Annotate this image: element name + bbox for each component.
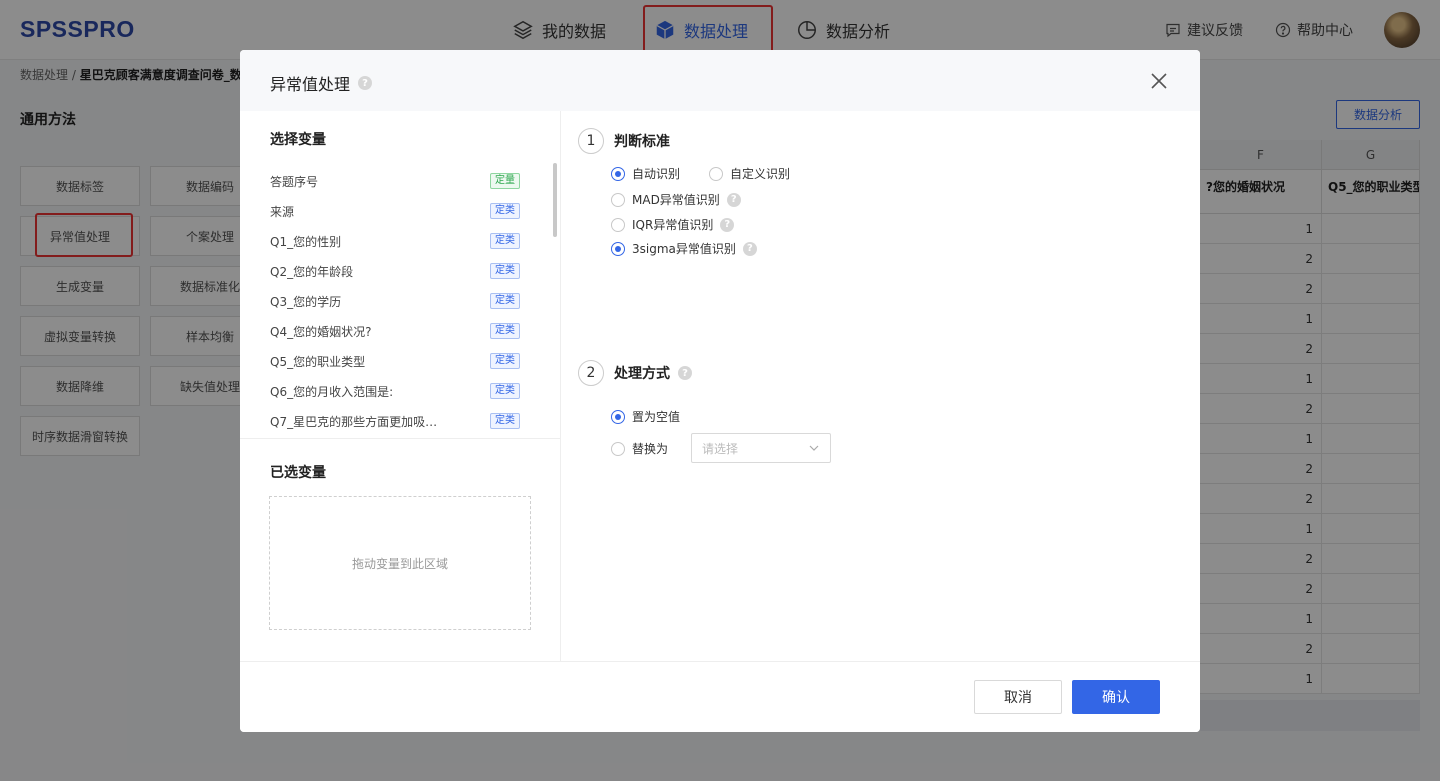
variable-type-badge: 定类 <box>490 263 520 279</box>
step-criteria: 1 判断标准 <box>578 128 670 154</box>
variable-name: Q4_您的婚姻状况? <box>270 324 372 339</box>
radio-label: IQR异常值识别 <box>632 218 714 232</box>
variable-name: Q6_您的月收入范围是: <box>270 384 394 399</box>
radio-dot[interactable] <box>611 217 625 232</box>
variable-item[interactable]: Q2_您的年龄段 定类 <box>270 256 520 286</box>
variable-name: 答题序号 <box>270 174 319 189</box>
select-variables-title: 选择变量 <box>270 132 326 148</box>
radio-label: MAD异常值识别 <box>632 193 720 207</box>
variable-name: Q3_您的学历 <box>270 294 342 309</box>
dialog-header: 异常值处理 ? <box>240 50 1200 111</box>
variable-dropzone[interactable]: 拖动变量到此区域 <box>269 496 531 630</box>
radio-label: 自定义识别 <box>730 167 791 181</box>
variable-item[interactable]: 答题序号 定量 <box>270 166 520 196</box>
variable-type-badge: 定类 <box>490 203 520 219</box>
step-number: 1 <box>578 128 604 154</box>
help-icon[interactable]: ? <box>726 192 741 207</box>
radio-3sigma[interactable]: 3sigma异常值识别 ? <box>611 240 757 257</box>
variable-item[interactable]: Q1_您的性别 定类 <box>270 226 520 256</box>
cancel-button[interactable]: 取消 <box>974 680 1062 714</box>
radio-label: 自动识别 <box>632 167 681 181</box>
variable-name: Q1_您的性别 <box>270 234 342 249</box>
radio-mad[interactable]: MAD异常值识别 ? <box>611 191 741 208</box>
variable-item[interactable]: Q7_星巴克的那些方面更加吸… 定类 <box>270 406 520 436</box>
dialog-title: 异常值处理 ? <box>270 71 373 95</box>
variable-type-badge: 定类 <box>490 413 520 429</box>
variable-list-scrollbar[interactable] <box>553 163 557 237</box>
selected-variables-title: 已选变量 <box>270 465 326 481</box>
variable-type-badge: 定量 <box>490 173 520 189</box>
step-title: 处理方式 ? <box>614 363 692 383</box>
variable-type-badge: 定类 <box>490 293 520 309</box>
variable-item[interactable]: Q5_您的职业类型 定类 <box>270 346 520 376</box>
radio-label: 置为空值 <box>632 410 681 424</box>
variable-item[interactable]: Q4_您的婚姻状况? 定类 <box>270 316 520 346</box>
step-method: 2 处理方式 ? <box>578 360 692 386</box>
variable-type-badge: 定类 <box>490 383 520 399</box>
variable-type-badge: 定类 <box>490 353 520 369</box>
step-title: 判断标准 <box>614 134 670 150</box>
radio-dot[interactable] <box>611 409 625 424</box>
close-icon[interactable] <box>1148 70 1170 92</box>
radio-dot[interactable] <box>611 166 625 181</box>
help-icon[interactable]: ? <box>678 366 692 380</box>
variable-item[interactable]: Q6_您的月收入范围是: 定类 <box>270 376 520 406</box>
select-placeholder: 请选择 <box>702 441 739 456</box>
help-icon[interactable]: ? <box>720 217 735 232</box>
radio-label: 替换为 <box>632 442 669 456</box>
help-icon[interactable]: ? <box>358 76 373 90</box>
chevron-down-icon <box>809 445 819 451</box>
divider <box>240 438 560 439</box>
variable-type-badge: 定类 <box>490 233 520 249</box>
radio-dot[interactable] <box>611 192 625 207</box>
radio-replace[interactable]: 替换为 <box>611 440 668 457</box>
confirm-button[interactable]: 确认 <box>1072 680 1160 714</box>
outlier-dialog: 异常值处理 ? 选择变量 答题序号 定量 来源 定类 Q1_您的性别 定类 Q2_您的年龄段… <box>240 50 1200 732</box>
variable-list: 答题序号 定量 来源 定类 Q1_您的性别 定类 Q2_您的年龄段 定类 Q3_您的学历 定类 Q4… <box>270 166 520 436</box>
radio-iqr[interactable]: IQR异常值识别 ? <box>611 216 735 233</box>
variable-pane: 选择变量 答题序号 定量 来源 定类 Q1_您的性别 定类 Q2_您的年龄段 定类 Q3_您的学… <box>240 111 561 661</box>
variable-name: 来源 <box>270 204 295 219</box>
variable-item[interactable]: Q3_您的学历 定类 <box>270 286 520 316</box>
variable-item[interactable]: 来源 定类 <box>270 196 520 226</box>
radio-set-null[interactable]: 置为空值 <box>611 408 680 425</box>
variable-name: Q7_星巴克的那些方面更加吸… <box>270 414 438 429</box>
dropzone-hint: 拖动变量到此区域 <box>351 556 448 571</box>
step-number: 2 <box>578 360 604 386</box>
variable-type-badge: 定类 <box>490 323 520 339</box>
radio-label: 3sigma异常值识别 <box>632 242 736 256</box>
variable-name: Q2_您的年龄段 <box>270 264 354 279</box>
radio-dot[interactable] <box>709 166 723 181</box>
settings-pane: 1 判断标准 自动识别 自定义识别 MAD异常值识别 ? IQR异常值识别 ? … <box>578 111 1178 661</box>
step-title-text: 处理方式 <box>614 366 670 382</box>
radio-auto-detect[interactable]: 自动识别 <box>611 165 680 182</box>
dialog-footer: 取消 确认 <box>240 661 1200 732</box>
radio-dot[interactable] <box>611 441 625 456</box>
replace-value-select[interactable]: 请选择 <box>691 433 831 463</box>
variable-name: Q5_您的职业类型 <box>270 354 366 369</box>
radio-custom-detect[interactable]: 自定义识别 <box>709 165 790 182</box>
radio-dot[interactable] <box>611 241 625 256</box>
dialog-title-text: 异常值处理 <box>270 75 351 94</box>
help-icon[interactable]: ? <box>742 241 757 256</box>
